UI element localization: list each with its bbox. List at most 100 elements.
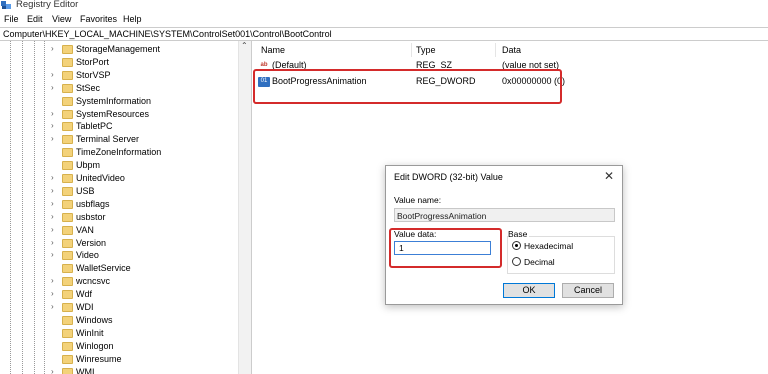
- tree-item[interactable]: › Video: [0, 249, 238, 262]
- tree-item[interactable]: WinInit: [0, 327, 238, 340]
- decimal-label[interactable]: Decimal: [524, 257, 555, 267]
- chevron-right-icon[interactable]: ›: [51, 199, 54, 208]
- tree-item[interactable]: › Version: [0, 237, 238, 250]
- folder-icon: [62, 367, 73, 374]
- column-separator[interactable]: [495, 43, 496, 57]
- tree-item[interactable]: › UnitedVideo: [0, 172, 238, 185]
- tree-item-label: Terminal Server: [76, 134, 140, 145]
- folder-icon: [62, 96, 73, 106]
- tree-item[interactable]: SystemInformation: [0, 95, 238, 108]
- folder-icon: [62, 109, 73, 119]
- tree-item-label: StorPort: [76, 56, 110, 67]
- menu-edit[interactable]: Edit: [27, 14, 43, 24]
- chevron-right-icon[interactable]: ›: [51, 250, 54, 259]
- folder-icon: [62, 328, 73, 338]
- folder-icon: [62, 148, 73, 158]
- tree-item[interactable]: Windows: [0, 314, 238, 327]
- chevron-right-icon[interactable]: ›: [51, 134, 54, 143]
- tree-item[interactable]: › StSec: [0, 82, 238, 95]
- tree-item[interactable]: › Terminal Server: [0, 133, 238, 146]
- column-separator[interactable]: [411, 43, 412, 57]
- tree-item[interactable]: Winresume: [0, 353, 238, 366]
- folder-icon: [62, 303, 73, 312]
- key-tree[interactable]: › StorageManagement StorPort › StorVSP › StSec…: [0, 41, 252, 374]
- menu-favorites[interactable]: Favorites: [80, 14, 117, 24]
- chevron-right-icon[interactable]: ›: [51, 212, 54, 221]
- column-header-data[interactable]: Data: [502, 45, 521, 55]
- tree-item-label: usbflags: [76, 198, 110, 209]
- tree-item[interactable]: TimeZoneInformation: [0, 146, 238, 159]
- cancel-button[interactable]: Cancel: [562, 283, 614, 298]
- chevron-right-icon[interactable]: ›: [51, 186, 54, 195]
- tree-item-label: Wdf: [76, 289, 93, 300]
- folder-icon: [62, 341, 73, 351]
- address-path[interactable]: Computer\HKEY_LOCAL_MACHINE\SYSTEM\Contr…: [3, 29, 332, 39]
- decimal-radio[interactable]: [512, 257, 521, 266]
- tree-item[interactable]: › WDI: [0, 301, 238, 314]
- menu-file[interactable]: File: [4, 14, 19, 24]
- tree-item-label: WDI: [76, 302, 94, 312]
- tree-item-label: Winlogon: [76, 340, 114, 351]
- chevron-right-icon[interactable]: ›: [51, 276, 54, 285]
- hexadecimal-radio[interactable]: [512, 241, 521, 250]
- folder-icon: [62, 45, 73, 54]
- chevron-right-icon[interactable]: ›: [51, 70, 54, 79]
- chevron-right-icon[interactable]: ›: [51, 121, 54, 130]
- column-header-type[interactable]: Type: [416, 45, 436, 55]
- folder-icon: [62, 290, 73, 300]
- tree-item-label: VAN: [76, 224, 94, 235]
- chevron-right-icon[interactable]: ›: [51, 289, 54, 298]
- tree-item-label: Windows: [76, 314, 113, 325]
- highlight-box: [389, 228, 502, 268]
- folder-icon: [62, 354, 73, 364]
- tree-item[interactable]: › TabletPC: [0, 120, 238, 133]
- tree-item[interactable]: Ubpm: [0, 159, 238, 172]
- tree-item-label: Winresume: [76, 353, 122, 364]
- chevron-right-icon[interactable]: ›: [51, 302, 54, 311]
- tree-item[interactable]: › VAN: [0, 224, 238, 237]
- chevron-right-icon[interactable]: ›: [51, 225, 54, 234]
- tree-item[interactable]: StorPort: [0, 56, 238, 69]
- tree-item-label: usbstor: [76, 211, 106, 222]
- tree-item[interactable]: › USB: [0, 185, 238, 198]
- tree-item[interactable]: Winlogon: [0, 340, 238, 353]
- tree-item-label: wcncsvc: [76, 276, 111, 287]
- window-title: Registry Editor: [16, 0, 79, 10]
- tree-item-label: Video: [76, 250, 99, 261]
- chevron-right-icon[interactable]: ›: [51, 238, 54, 247]
- tree-item-label: WalletService: [76, 263, 131, 274]
- hexadecimal-label[interactable]: Hexadecimal: [524, 241, 573, 251]
- tree-item[interactable]: › SystemResources: [0, 108, 238, 121]
- folder-icon: [62, 315, 73, 325]
- column-header-name[interactable]: Name: [261, 45, 285, 55]
- tree-item[interactable]: › StorVSP: [0, 69, 238, 82]
- tree-item[interactable]: › usbflags: [0, 198, 238, 211]
- tree-item[interactable]: › wcncsvc: [0, 275, 238, 288]
- chevron-right-icon[interactable]: ›: [51, 173, 54, 182]
- chevron-right-icon[interactable]: ›: [51, 83, 54, 92]
- folder-icon: [62, 186, 73, 196]
- address-bar[interactable]: Computer\HKEY_LOCAL_MACHINE\SYSTEM\Contr…: [0, 27, 768, 41]
- tree-item-label: TimeZoneInformation: [76, 147, 162, 158]
- tree-item[interactable]: › StorageManagement: [0, 43, 238, 56]
- chevron-right-icon[interactable]: ›: [51, 367, 54, 374]
- folder-icon: [62, 83, 73, 93]
- tree-item[interactable]: › Wdf: [0, 288, 238, 301]
- scroll-up-icon[interactable]: ⌃: [241, 41, 248, 50]
- folder-icon: [62, 212, 73, 222]
- close-icon[interactable]: ✕: [604, 169, 614, 183]
- tree-scrollbar[interactable]: ⌃: [238, 41, 251, 374]
- folder-icon: [62, 199, 73, 209]
- dialog-title: Edit DWORD (32-bit) Value: [394, 172, 503, 182]
- tree-item-label: SystemResources: [76, 108, 150, 119]
- folder-icon: [62, 251, 73, 261]
- chevron-right-icon[interactable]: ›: [51, 109, 54, 118]
- tree-item[interactable]: › usbstor: [0, 211, 238, 224]
- ok-button[interactable]: OK: [503, 283, 555, 298]
- menu-view[interactable]: View: [52, 14, 71, 24]
- menu-help[interactable]: Help: [123, 14, 142, 24]
- tree-item[interactable]: WalletService: [0, 262, 238, 275]
- chevron-right-icon[interactable]: ›: [51, 44, 54, 53]
- tree-item[interactable]: › WMI: [0, 366, 238, 374]
- tree-item-label: SystemInformation: [76, 95, 152, 106]
